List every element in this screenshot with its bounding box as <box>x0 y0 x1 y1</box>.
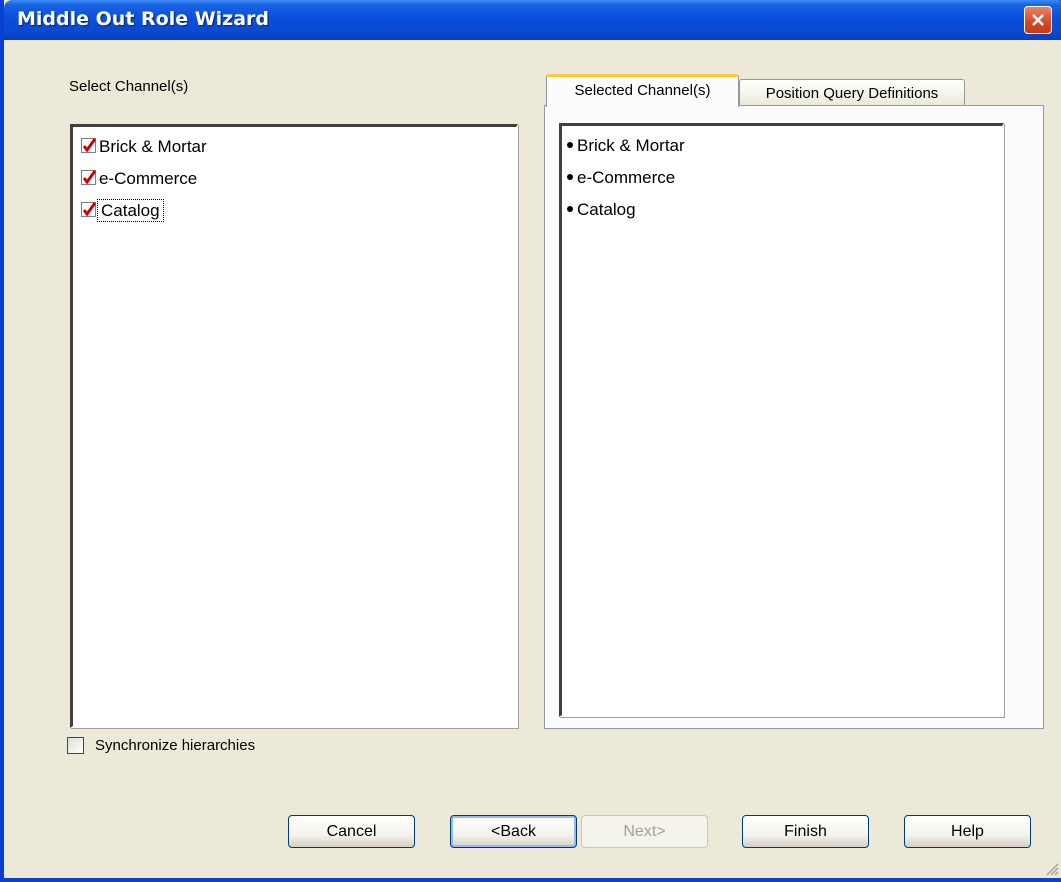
close-icon <box>1032 14 1044 26</box>
synchronize-hierarchies-checkbox[interactable] <box>67 737 84 754</box>
selected-item-label: e-Commerce <box>577 168 676 187</box>
tab-position-query-definitions[interactable]: Position Query Definitions <box>739 79 965 106</box>
dialog-body: Select Channel(s) Brick & Mortar e-Comme… <box>8 40 1061 878</box>
tab-selected-channels[interactable]: Selected Channel(s) <box>546 74 739 107</box>
selected-item: e-Commerce <box>567 166 675 190</box>
window-title: Middle Out Role Wizard <box>17 8 270 30</box>
channel-item-label: Brick & Mortar <box>99 137 207 156</box>
channel-item-brick-mortar[interactable]: Brick & Mortar <box>81 135 207 159</box>
bullet-icon <box>567 142 573 148</box>
check-icon[interactable] <box>81 202 97 218</box>
check-icon[interactable] <box>81 170 97 186</box>
check-icon[interactable] <box>81 138 97 154</box>
title-bar[interactable]: Middle Out Role Wizard <box>4 0 1061 40</box>
wizard-window: Middle Out Role Wizard Select Channel(s)… <box>0 0 1061 882</box>
back-button[interactable]: <Back <box>450 815 577 848</box>
close-button[interactable] <box>1024 6 1052 34</box>
selected-item: Brick & Mortar <box>567 134 685 158</box>
channel-item-label: e-Commerce <box>99 169 198 188</box>
bullet-icon <box>567 206 573 212</box>
resize-grip-icon[interactable] <box>1045 862 1059 876</box>
channel-item-label: Catalog <box>97 199 164 222</box>
selected-item-label: Brick & Mortar <box>577 136 685 155</box>
channel-checklist[interactable]: Brick & Mortar e-Commerce Catalog <box>70 124 518 728</box>
channel-item-e-commerce[interactable]: e-Commerce <box>81 167 197 191</box>
help-button[interactable]: Help <box>904 815 1031 848</box>
cancel-button[interactable]: Cancel <box>288 815 415 848</box>
finish-button[interactable]: Finish <box>742 815 869 848</box>
select-channels-label: Select Channel(s) <box>69 78 189 95</box>
selected-channels-list[interactable]: Brick & Mortar e-Commerce Catalog <box>559 123 1004 717</box>
selected-item-label: Catalog <box>577 200 636 219</box>
bullet-icon <box>567 174 573 180</box>
next-button[interactable]: Next> <box>581 815 708 848</box>
synchronize-hierarchies-label[interactable]: Synchronize hierarchies <box>95 737 255 754</box>
channel-item-catalog[interactable]: Catalog <box>81 199 164 223</box>
selected-item: Catalog <box>567 198 636 222</box>
